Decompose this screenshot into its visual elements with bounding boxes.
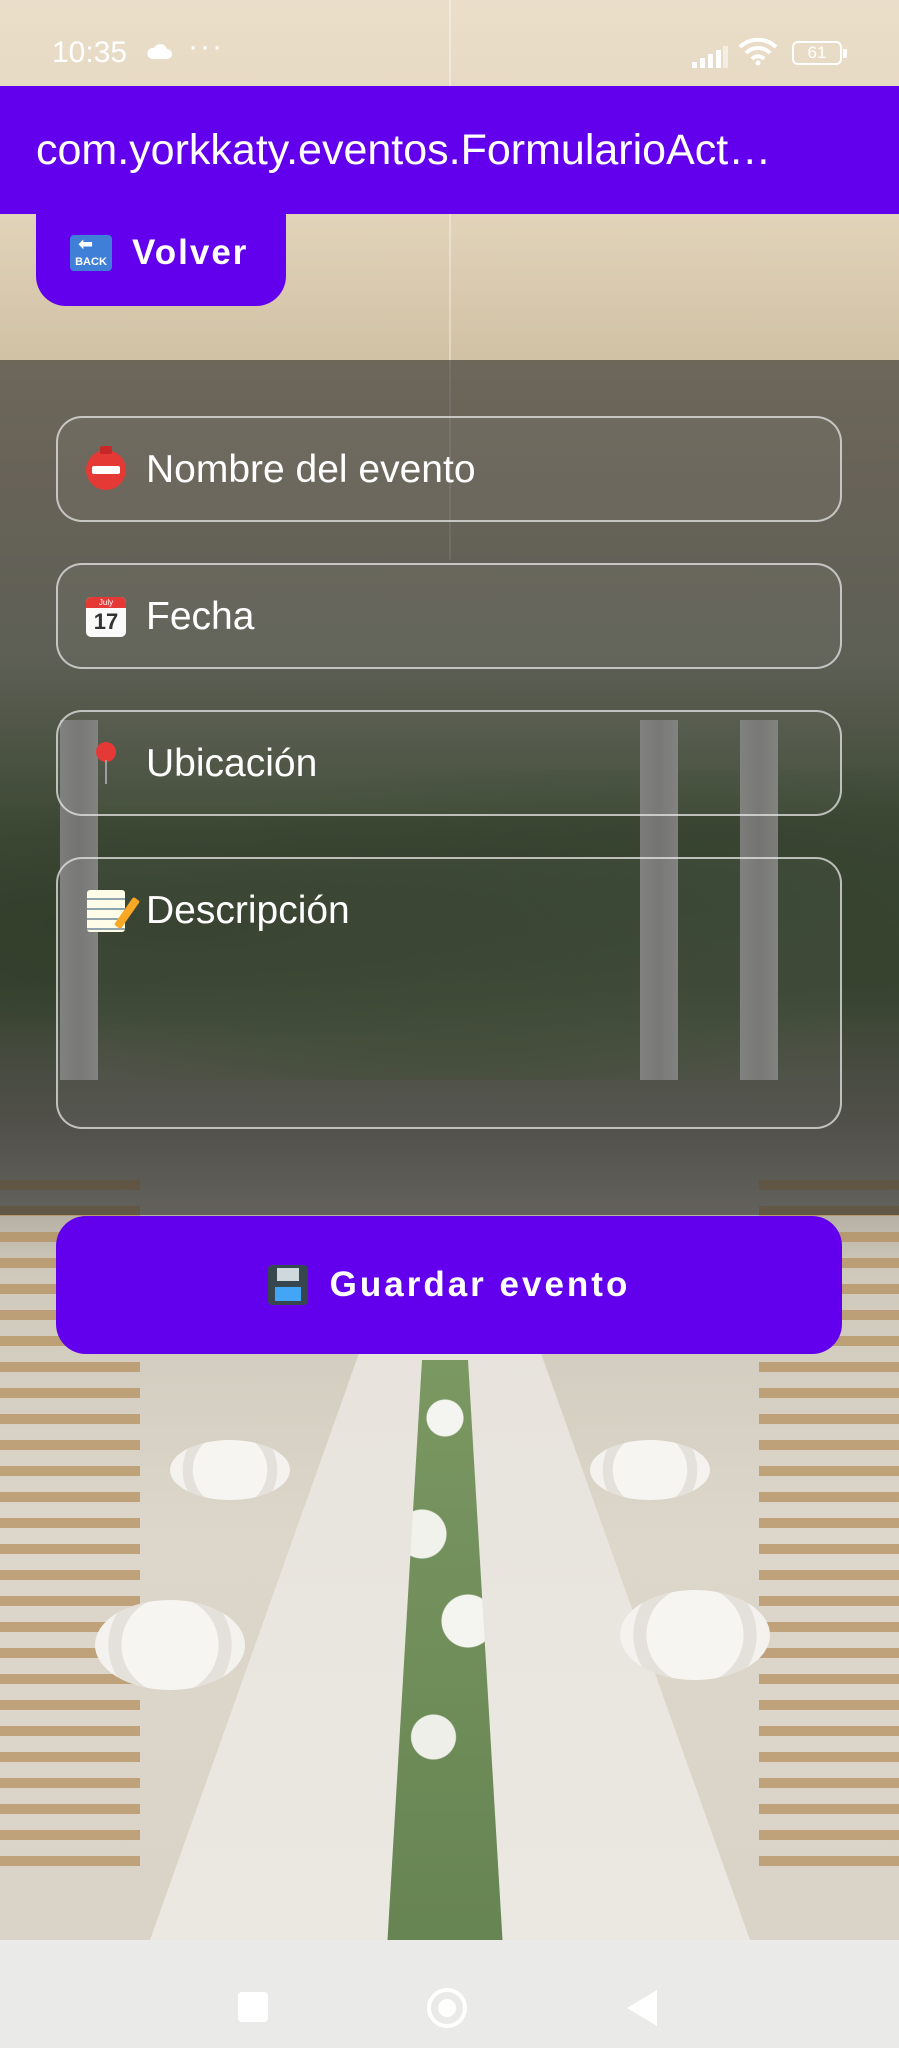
plate bbox=[590, 1440, 710, 1500]
back-arrow-icon: BACK bbox=[70, 235, 112, 271]
back-triangle-icon[interactable] bbox=[627, 1990, 657, 2026]
event-description-placeholder: Descripción bbox=[146, 889, 350, 932]
app-title: com.yorkkaty.eventos.FormularioAct… bbox=[36, 126, 772, 174]
battery-icon: 61 bbox=[792, 41, 847, 65]
system-nav-bar bbox=[0, 1940, 899, 2048]
calendar-icon: July 17 bbox=[84, 595, 128, 639]
event-description-field[interactable]: Descripción bbox=[56, 857, 842, 1129]
status-bar: 10:35 ··· 61 bbox=[0, 0, 899, 86]
floppy-disk-icon bbox=[267, 1265, 308, 1305]
back-button-label: Volver bbox=[132, 233, 249, 272]
plate bbox=[620, 1590, 770, 1680]
event-name-placeholder: Nombre del evento bbox=[146, 448, 476, 491]
cloud-icon bbox=[146, 36, 172, 67]
location-pin-icon bbox=[84, 742, 128, 786]
wifi-icon bbox=[738, 37, 778, 74]
save-event-button[interactable]: Guardar evento bbox=[56, 1216, 842, 1354]
calendar-month: July bbox=[86, 597, 126, 608]
more-notifications-icon: ··· bbox=[188, 30, 224, 63]
plate bbox=[95, 1600, 245, 1690]
app-bar: com.yorkkaty.eventos.FormularioAct… bbox=[0, 86, 899, 214]
plate bbox=[170, 1440, 290, 1500]
event-date-placeholder: Fecha bbox=[146, 595, 255, 638]
status-time: 10:35 bbox=[52, 36, 128, 69]
recent-apps-icon[interactable] bbox=[238, 1992, 268, 2022]
signal-icon bbox=[692, 42, 728, 76]
event-location-placeholder: Ubicación bbox=[146, 742, 318, 785]
home-icon[interactable] bbox=[427, 1988, 467, 2028]
memo-icon bbox=[84, 889, 128, 933]
back-button[interactable]: BACK Volver bbox=[36, 200, 286, 306]
event-location-field[interactable]: Ubicación bbox=[56, 710, 842, 816]
name-badge-icon bbox=[84, 446, 128, 492]
save-event-label: Guardar evento bbox=[329, 1265, 631, 1304]
calendar-day: 17 bbox=[93, 609, 119, 634]
event-date-field[interactable]: July 17 Fecha bbox=[56, 563, 842, 669]
event-name-field[interactable]: Nombre del evento bbox=[56, 416, 842, 522]
